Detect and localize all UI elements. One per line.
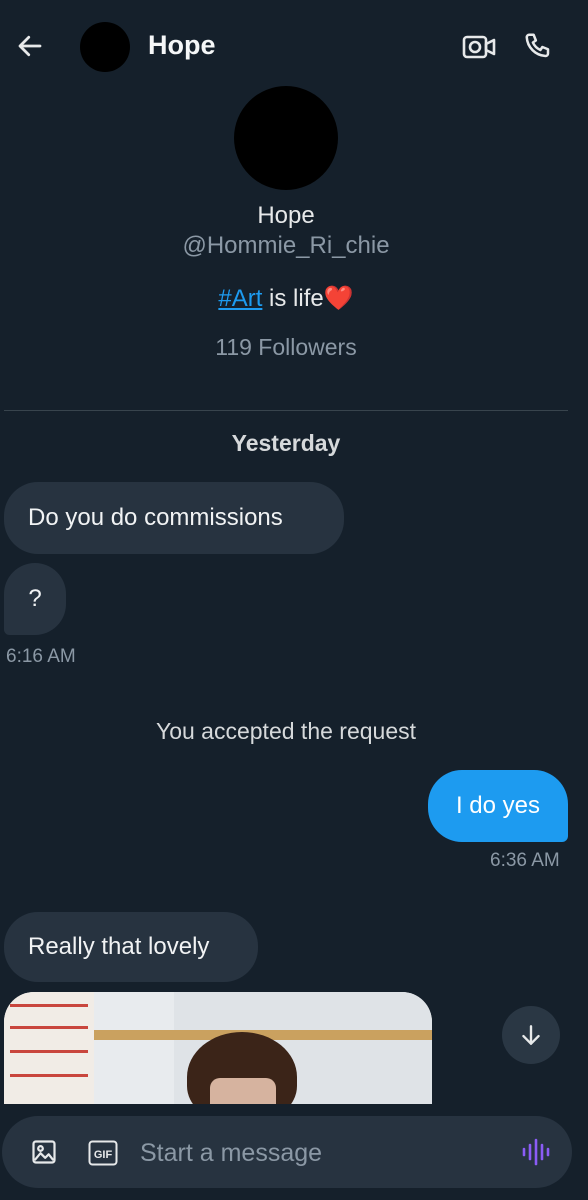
poster-stripe	[10, 1026, 88, 1029]
message-input[interactable]	[138, 1132, 502, 1174]
image-person-face	[210, 1078, 276, 1104]
image-message[interactable]	[4, 992, 432, 1104]
phone-icon	[525, 33, 550, 58]
hashtag-link[interactable]: #Art	[218, 285, 262, 312]
message-bubble-incoming[interactable]: ?	[4, 563, 66, 635]
video-call-button[interactable]	[460, 28, 498, 66]
system-message: You accepted the request	[155, 718, 417, 744]
heart-emoji: ❤️	[323, 285, 354, 312]
profile-handle: @Hommie_Ri_chie	[182, 232, 390, 259]
divider	[4, 410, 568, 411]
header-name[interactable]: Hope	[148, 28, 216, 62]
message-bubble-incoming[interactable]: Do you do commissions	[4, 482, 344, 554]
profile-name: Hope	[257, 202, 315, 229]
arrow-left-icon	[18, 35, 42, 57]
message-bubble-outgoing[interactable]: I do yes	[428, 770, 568, 842]
poster-stripe	[10, 1050, 88, 1053]
bio-text: is life	[262, 285, 324, 312]
video-call-icon	[462, 35, 496, 59]
profile-bio: #Art is life❤️	[0, 284, 572, 313]
scroll-to-bottom-button[interactable]	[502, 1006, 560, 1064]
gif-label: GIF	[94, 1149, 113, 1161]
back-button[interactable]	[10, 26, 50, 66]
gif-icon: GIF	[88, 1140, 118, 1166]
header-avatar[interactable]	[80, 22, 130, 72]
message-bubble-incoming[interactable]: Really that lovely	[4, 912, 258, 982]
date-separator: Yesterday	[231, 430, 341, 456]
add-gif-button[interactable]: GIF	[88, 1140, 118, 1166]
voice-call-button[interactable]	[518, 26, 558, 66]
image-poster-region	[4, 992, 94, 1104]
message-timestamp: 6:16 AM	[6, 646, 76, 667]
poster-stripe	[10, 1004, 88, 1007]
voice-wave-icon	[522, 1138, 550, 1166]
voice-message-button[interactable]	[518, 1134, 554, 1170]
followers-count[interactable]: 119 Followers	[0, 334, 572, 361]
image-icon	[32, 1140, 56, 1164]
message-timestamp: 6:36 AM	[490, 850, 560, 871]
profile-avatar[interactable]	[234, 86, 338, 190]
poster-stripe	[10, 1074, 88, 1077]
add-image-button[interactable]	[28, 1136, 60, 1168]
arrow-down-icon	[522, 1025, 540, 1045]
